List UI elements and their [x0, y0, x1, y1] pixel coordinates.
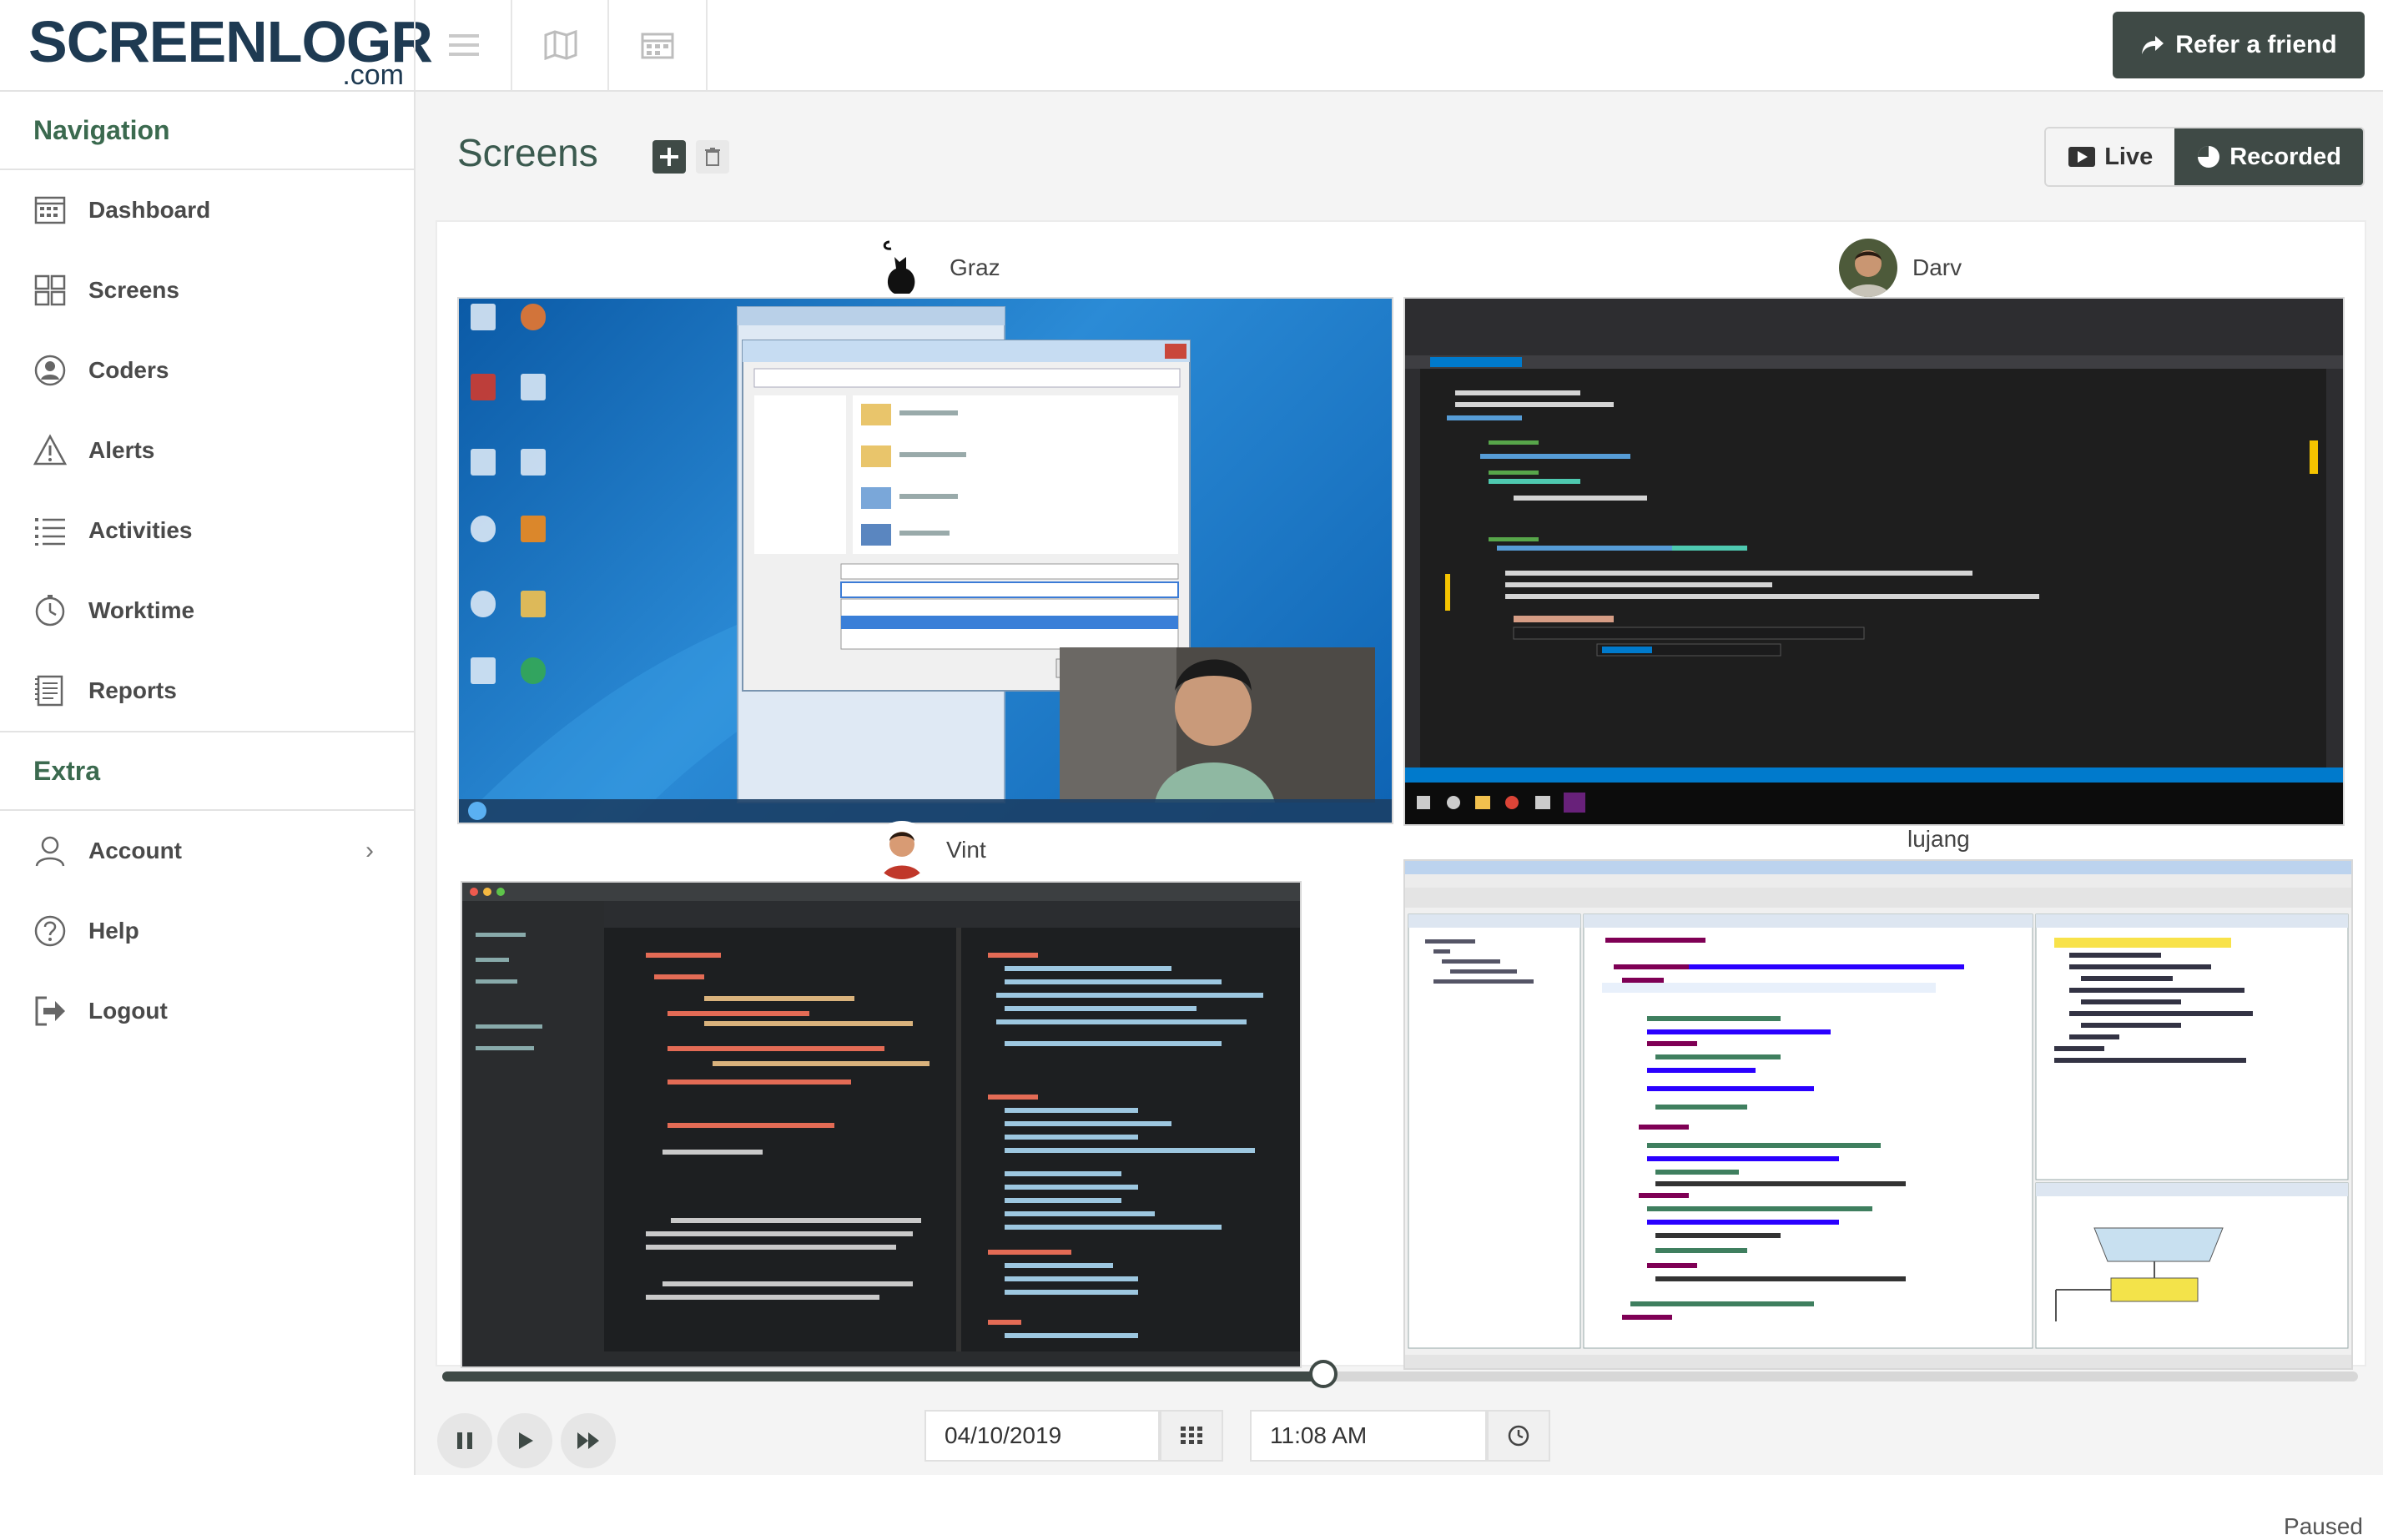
screen-user-name: Graz — [950, 254, 1000, 280]
extra-section-heading: Extra — [0, 731, 414, 811]
sidebar-item-label: Worktime — [88, 597, 195, 623]
sidebar-item-label: Screens — [88, 277, 179, 303]
screen-user-name: Vint — [946, 837, 986, 863]
sidebar-item-dashboard[interactable]: Dashboard — [0, 170, 414, 250]
refer-friend-label: Refer a friend — [2175, 31, 2337, 58]
eclipse-screenshot — [1405, 861, 2351, 1368]
sidebar-item-label: Activities — [88, 517, 193, 543]
fast-forward-icon — [577, 1432, 599, 1449]
account-icon — [35, 836, 65, 867]
sidebar-item-screens[interactable]: Screens — [0, 250, 414, 330]
screen-user-vint[interactable]: Vint — [873, 821, 986, 879]
cat-avatar-icon — [876, 239, 935, 297]
plus-icon — [660, 148, 678, 166]
calendar-button[interactable] — [607, 0, 708, 90]
time-picker-button[interactable] — [1487, 1410, 1550, 1462]
activities-icon — [35, 518, 65, 546]
help-icon — [34, 915, 66, 947]
clock-icon — [1508, 1425, 1529, 1447]
screen-user-name: Darv — [1912, 254, 1962, 280]
sidebar-item-alerts[interactable]: Alerts — [0, 410, 414, 491]
live-mode-button[interactable]: Live — [2046, 128, 2175, 185]
map-button[interactable] — [511, 0, 609, 90]
sidebar-item-help[interactable]: Help — [0, 891, 414, 971]
play-icon — [519, 1432, 533, 1449]
brackets-screenshot — [462, 883, 1300, 1366]
menu-toggle-button[interactable] — [414, 0, 512, 90]
share-arrow-icon — [2142, 36, 2164, 54]
mode-toggle: Live Recorded — [2044, 127, 2365, 187]
sidebar-item-coders[interactable]: Coders — [0, 330, 414, 410]
sidebar-item-label: Help — [88, 918, 139, 944]
screen-thumbnail-lujang[interactable] — [1403, 859, 2353, 1370]
screen-user-darv[interactable]: Darv — [1839, 239, 1962, 297]
calendar-icon — [641, 33, 674, 59]
fast-forward-button[interactable] — [561, 1413, 616, 1468]
screen-thumbnail-vint[interactable] — [461, 881, 1302, 1368]
sidebar-item-label: Account — [88, 838, 182, 863]
screen-user-name: lujang — [1907, 826, 1970, 852]
sidebar-item-label: Alerts — [88, 437, 155, 463]
dashboard-icon — [34, 196, 66, 224]
visual-studio-screenshot — [1405, 299, 2343, 824]
live-mode-label: Live — [2104, 143, 2154, 170]
screen-thumbnail-darv[interactable] — [1403, 297, 2345, 826]
hamburger-icon — [449, 34, 479, 56]
recorded-mode-label: Recorded — [2229, 143, 2341, 170]
refer-friend-button[interactable]: Refer a friend — [2113, 12, 2365, 78]
pause-icon — [457, 1432, 472, 1449]
date-field[interactable]: 04/10/2019 — [924, 1410, 1160, 1462]
top-bar: SCREENLOGR .com Refer a friend — [0, 0, 2383, 92]
history-clock-icon — [2198, 146, 2220, 168]
nav-section-heading: Navigation — [0, 92, 414, 170]
screen-user-lujang[interactable]: lujang — [1907, 823, 1970, 856]
play-button[interactable] — [497, 1413, 552, 1468]
coders-icon — [34, 355, 66, 386]
chevron-right-icon: › — [365, 837, 374, 864]
screens-icon — [34, 274, 66, 306]
date-picker-button[interactable] — [1160, 1410, 1223, 1462]
screens-panel: Graz Darv Vint lujang — [436, 220, 2366, 1370]
sidebar-item-logout[interactable]: Logout — [0, 971, 414, 1051]
alert-icon — [33, 434, 67, 466]
delete-screen-button[interactable] — [696, 140, 729, 174]
sidebar: Navigation Dashboard Screens Coders Aler… — [0, 92, 416, 1475]
timeline-handle[interactable] — [1309, 1360, 1338, 1388]
timeline-progress — [442, 1371, 1323, 1381]
main-content: Screens Live Recorded Graz Darv Vint luj… — [416, 92, 2383, 1539]
screen-thumbnail-graz[interactable] — [457, 297, 1393, 824]
time-field[interactable]: 11:08 AM — [1250, 1410, 1487, 1462]
pause-button[interactable] — [437, 1413, 492, 1468]
map-icon — [544, 30, 577, 60]
calendar-grid-icon — [1181, 1427, 1202, 1444]
sidebar-item-account[interactable]: Account › — [0, 811, 414, 891]
reports-icon — [35, 675, 63, 707]
page-title: Screens — [457, 131, 598, 174]
logo[interactable]: SCREENLOGR .com — [28, 8, 433, 91]
trash-icon — [705, 148, 720, 166]
desktop-screenshot-graz — [459, 304, 1392, 823]
sidebar-item-label: Logout — [88, 998, 168, 1024]
sidebar-item-worktime[interactable]: Worktime — [0, 571, 414, 651]
logo-suffix: .com — [342, 59, 404, 91]
clock-icon — [35, 595, 65, 627]
add-screen-button[interactable] — [652, 140, 686, 174]
screen-user-graz[interactable]: Graz — [876, 239, 1000, 297]
sidebar-item-label: Coders — [88, 357, 169, 383]
logout-icon — [35, 996, 65, 1026]
playback-status: Paused — [2284, 1513, 2363, 1539]
user-avatar-vint — [873, 821, 931, 879]
user-avatar-darv — [1839, 239, 1897, 297]
sidebar-item-label: Reports — [88, 677, 177, 703]
sidebar-item-reports[interactable]: Reports — [0, 651, 414, 731]
live-play-icon — [2068, 147, 2096, 167]
sidebar-item-label: Dashboard — [88, 197, 211, 223]
sidebar-item-activities[interactable]: Activities — [0, 491, 414, 571]
recorded-mode-button[interactable]: Recorded — [2174, 128, 2363, 185]
